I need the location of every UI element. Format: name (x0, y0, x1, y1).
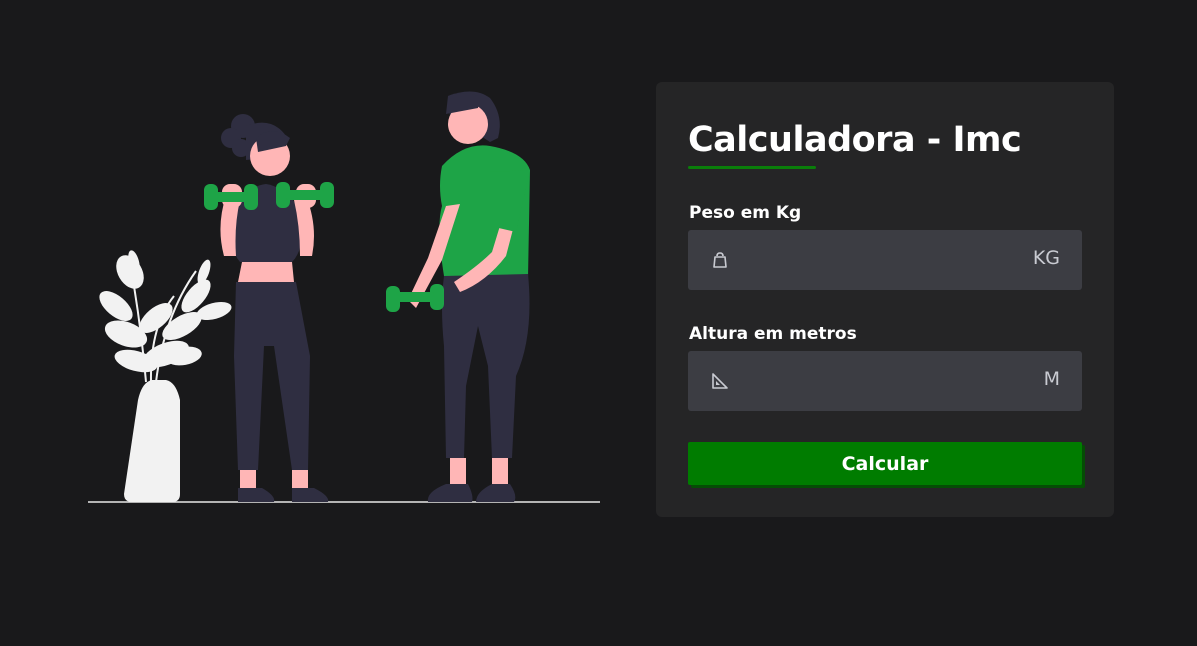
plant-in-vase (99, 250, 232, 502)
page-title: Calculadora - Imc (688, 120, 1022, 160)
weight-label: Peso em Kg (689, 203, 802, 223)
height-field: M (688, 351, 1082, 411)
fitness-illustration (86, 86, 602, 506)
title-underline (688, 166, 816, 169)
weight-icon (710, 250, 730, 270)
weight-unit: KG (1032, 247, 1060, 269)
calculate-button[interactable]: Calcular (688, 442, 1082, 485)
man-lifting-dumbbell (386, 91, 530, 502)
height-unit: M (1043, 368, 1060, 390)
height-input[interactable] (742, 351, 1012, 411)
weight-input[interactable] (742, 230, 1012, 290)
height-label: Altura em metros (689, 324, 857, 344)
weight-field: KG (688, 230, 1082, 290)
ruler-icon (710, 371, 730, 391)
bmi-calculator-card: Calculadora - Imc Peso em Kg KG Altura e… (656, 82, 1114, 517)
